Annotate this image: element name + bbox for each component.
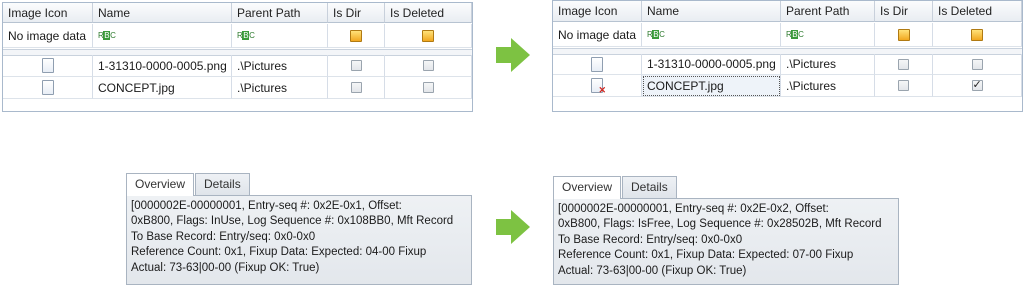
table-row[interactable]: 1-31310-0000-0005.png .\Pictures xyxy=(553,54,1022,75)
column-header-image-icon[interactable]: Image Icon xyxy=(3,3,93,23)
column-header-is-dir[interactable]: Is Dir xyxy=(875,1,933,22)
image-icon-cell xyxy=(3,55,93,77)
is-dir-cell xyxy=(328,77,385,99)
overview-line: Reference Count: 0x1, Fixup Data: Expect… xyxy=(131,246,427,259)
overview-line: To Base Record: Entry/seq: 0x0-0x0 xyxy=(558,233,743,246)
tab-overview[interactable]: Overview xyxy=(553,176,622,199)
is-dir-checkbox[interactable] xyxy=(898,58,909,70)
image-icon-cell: ✕ xyxy=(553,75,642,97)
arrow-right-icon xyxy=(496,210,530,244)
grid-header: Image Icon Name Parent Path Is Dir Is De… xyxy=(553,1,1022,22)
parent-path-cell[interactable]: .\Pictures xyxy=(781,54,875,75)
overview-line: Actual: 73-63|00-00 (Fixup OK: True) xyxy=(558,264,747,277)
text-filter-icon: RBC xyxy=(647,30,665,39)
filter-checkbox[interactable] xyxy=(971,28,983,41)
overview-panel-after: Overview Details [0000002E-00000001, Ent… xyxy=(553,176,899,285)
file-icon xyxy=(591,56,603,72)
deleted-file-icon: ✕ xyxy=(591,78,606,95)
tab-details[interactable]: Details xyxy=(195,173,250,195)
name-cell[interactable]: CONCEPT.jpg xyxy=(93,77,232,99)
filter-is-deleted[interactable] xyxy=(933,23,1022,47)
image-icon-cell xyxy=(553,54,642,75)
column-header-parent-path[interactable]: Parent Path xyxy=(232,3,328,23)
column-header-image-icon[interactable]: Image Icon xyxy=(553,1,642,22)
table-row[interactable]: ✕ CONCEPT.jpg .\Pictures ✓ xyxy=(553,75,1022,97)
filter-row: No image data RBC RBC xyxy=(553,23,1022,47)
filter-parent-path[interactable]: RBC xyxy=(781,23,875,47)
filter-name[interactable]: RBC xyxy=(642,23,781,47)
overview-line: [0000002E-00000001, Entry-seq #: 0x2E-0x… xyxy=(558,203,829,215)
is-deleted-cell xyxy=(385,77,472,99)
is-deleted-checkbox-checked[interactable]: ✓ xyxy=(971,80,983,91)
parent-path-cell[interactable]: .\Pictures xyxy=(781,75,875,97)
column-header-is-deleted[interactable]: Is Deleted xyxy=(385,3,472,23)
tab-details[interactable]: Details xyxy=(622,176,677,198)
image-icon-cell xyxy=(3,77,93,99)
overview-line: Reference Count: 0x1, Fixup Data: Expect… xyxy=(558,249,854,262)
filter-is-deleted[interactable] xyxy=(385,24,472,48)
filter-checkbox[interactable] xyxy=(897,28,910,41)
overview-line: 0xB800, Flags: InUse, Log Sequence #: 0x… xyxy=(131,215,454,228)
column-header-name[interactable]: Name xyxy=(642,1,781,22)
overview-line: 0xB800, Flags: IsFree, Log Sequence #: 0… xyxy=(558,218,882,231)
is-dir-cell xyxy=(875,54,933,75)
name-cell[interactable]: 1-31310-0000-0005.png xyxy=(93,55,232,77)
column-header-is-deleted[interactable]: Is Deleted xyxy=(933,1,1022,22)
overview-panel-before: Overview Details [0000002E-00000001, Ent… xyxy=(126,173,472,285)
tab-strip: Overview Details xyxy=(126,173,251,196)
is-deleted-cell xyxy=(385,55,472,77)
filter-image-icon[interactable]: No image data xyxy=(553,23,642,47)
text-filter-icon: RBC xyxy=(786,30,804,39)
grid-after: Image Icon Name Parent Path Is Dir Is De… xyxy=(552,0,1023,112)
tab-overview[interactable]: Overview xyxy=(126,173,195,196)
filter-is-dir[interactable] xyxy=(875,23,933,47)
column-header-parent-path[interactable]: Parent Path xyxy=(781,1,875,22)
name-cell-selected[interactable]: CONCEPT.jpg xyxy=(642,75,781,97)
is-deleted-checkbox[interactable] xyxy=(422,60,434,71)
text-filter-icon: RBC xyxy=(98,31,116,40)
tab-strip: Overview Details xyxy=(553,176,678,199)
is-deleted-checkbox[interactable] xyxy=(971,58,983,70)
parent-path-cell[interactable]: .\Pictures xyxy=(232,77,328,99)
column-header-name[interactable]: Name xyxy=(93,3,232,23)
filter-image-icon[interactable]: No image data xyxy=(3,24,93,48)
filter-checkbox[interactable] xyxy=(422,29,434,42)
delete-mark-icon: ✕ xyxy=(598,85,606,95)
is-dir-cell xyxy=(875,75,933,97)
column-header-is-dir[interactable]: Is Dir xyxy=(328,3,385,23)
table-row[interactable]: CONCEPT.jpg .\Pictures xyxy=(3,77,472,99)
is-dir-cell xyxy=(328,55,385,77)
overview-line: To Base Record: Entry/seq: 0x0-0x0 xyxy=(131,230,316,243)
is-dir-checkbox[interactable] xyxy=(350,82,362,93)
filter-parent-path[interactable]: RBC xyxy=(232,24,328,48)
filter-name[interactable]: RBC xyxy=(93,24,232,48)
is-dir-checkbox[interactable] xyxy=(350,60,362,71)
grid-before: Image Icon Name Parent Path Is Dir Is De… xyxy=(2,2,473,112)
is-deleted-cell xyxy=(933,54,1022,75)
is-deleted-cell: ✓ xyxy=(933,75,1022,97)
parent-path-cell[interactable]: .\Pictures xyxy=(232,55,328,77)
arrow-right-icon xyxy=(496,38,530,72)
filter-is-dir[interactable] xyxy=(328,24,385,48)
table-row[interactable]: 1-31310-0000-0005.png .\Pictures xyxy=(3,55,472,77)
file-icon xyxy=(41,58,54,73)
overview-text: [0000002E-00000001, Entry-seq #: 0x2E-0x… xyxy=(126,195,472,285)
filter-row: No image data RBC RBC xyxy=(3,24,472,48)
file-icon xyxy=(41,80,54,95)
filter-checkbox[interactable] xyxy=(350,29,362,42)
name-cell[interactable]: 1-31310-0000-0005.png xyxy=(642,54,781,75)
is-deleted-checkbox[interactable] xyxy=(422,82,434,93)
overview-text: [0000002E-00000001, Entry-seq #: 0x2E-0x… xyxy=(553,198,899,285)
overview-line: Actual: 73-63|00-00 (Fixup OK: True) xyxy=(131,261,320,274)
grid-header: Image Icon Name Parent Path Is Dir Is De… xyxy=(3,3,472,23)
is-dir-checkbox[interactable] xyxy=(898,80,909,91)
text-filter-icon: RBC xyxy=(237,31,255,40)
overview-line: [0000002E-00000001, Entry-seq #: 0x2E-0x… xyxy=(131,200,402,212)
